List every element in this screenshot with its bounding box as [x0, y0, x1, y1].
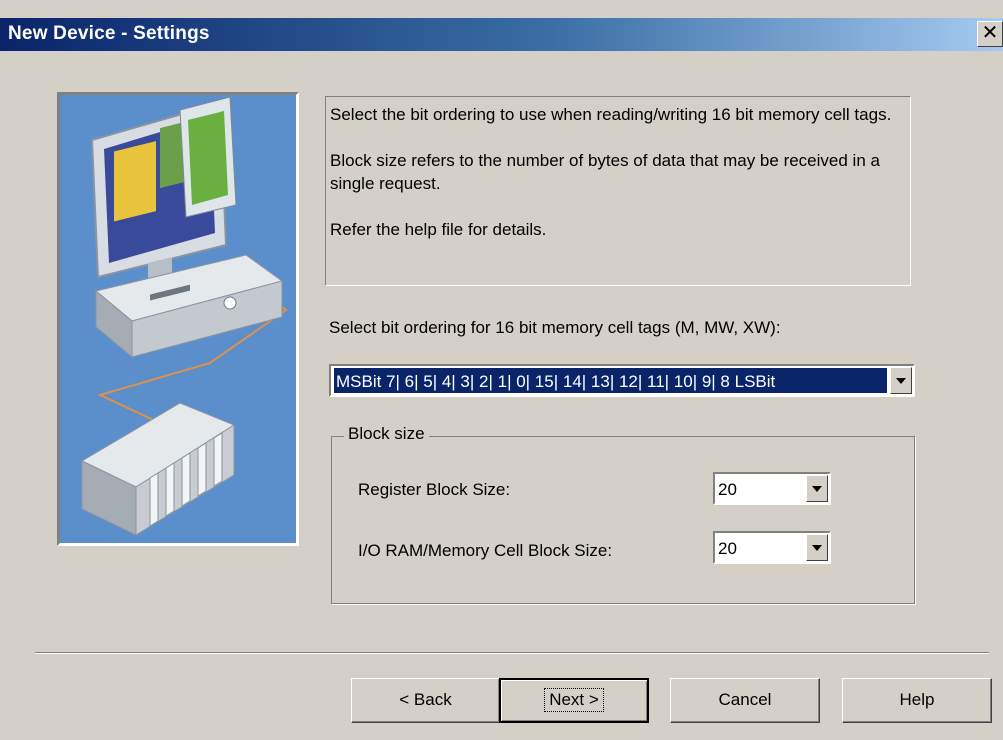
close-button[interactable]: ✕: [977, 21, 1003, 47]
computer-plc-illustration: [80, 96, 288, 536]
bit-ordering-value: MSBit 7| 6| 5| 4| 3| 2| 1| 0| 15| 14| 13…: [334, 368, 887, 393]
next-button-label: Next >: [544, 688, 604, 712]
chevron-down-icon[interactable]: [806, 534, 828, 561]
instructions-panel: Select the bit ordering to use when read…: [325, 96, 911, 286]
block-size-group: [331, 436, 915, 604]
wizard-illustration: [57, 92, 299, 546]
back-button[interactable]: < Back: [351, 678, 500, 723]
title-bar: New Device - Settings ✕: [0, 18, 1003, 51]
io-block-size-value: 20: [718, 539, 737, 558]
cancel-button[interactable]: Cancel: [670, 678, 820, 723]
bit-ordering-label: Select bit ordering for 16 bit memory ce…: [329, 318, 781, 337]
io-block-size-label: I/O RAM/Memory Cell Block Size:: [358, 541, 613, 560]
back-button-label: < Back: [399, 690, 452, 709]
instruction-block-size: Block size refers to the number of bytes…: [330, 151, 880, 193]
close-icon: ✕: [981, 22, 999, 44]
button-separator: [35, 652, 989, 654]
chevron-down-icon[interactable]: [890, 367, 912, 394]
bit-ordering-select[interactable]: MSBit 7| 6| 5| 4| 3| 2| 1| 0| 15| 14| 13…: [329, 364, 915, 397]
register-block-size-select[interactable]: 20: [713, 472, 831, 505]
io-block-size-select[interactable]: 20: [713, 531, 831, 564]
cancel-button-label: Cancel: [718, 690, 772, 709]
chevron-down-icon[interactable]: [806, 475, 828, 502]
instruction-help-reference: Refer the help file for details.: [330, 220, 547, 239]
next-button[interactable]: Next >: [499, 678, 649, 723]
window-title: New Device - Settings: [8, 23, 210, 44]
instruction-bit-ordering: Select the bit ordering to use when read…: [330, 105, 892, 124]
register-block-size-value: 20: [718, 480, 737, 499]
help-button-label: Help: [899, 690, 935, 709]
block-size-legend: Block size: [344, 424, 429, 444]
help-button[interactable]: Help: [842, 678, 992, 723]
register-block-size-label: Register Block Size:: [358, 480, 511, 499]
